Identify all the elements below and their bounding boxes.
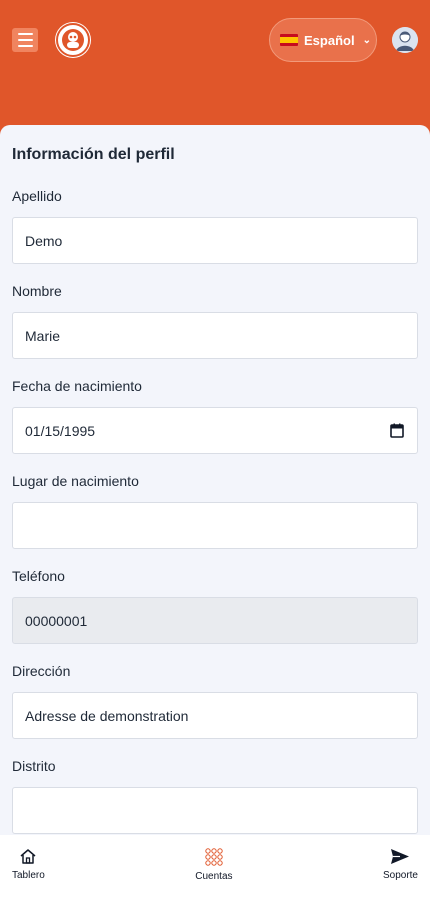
spain-flag-icon bbox=[280, 34, 298, 46]
logo-mascot-icon bbox=[56, 23, 90, 57]
telefono-label: Teléfono bbox=[12, 568, 65, 584]
app-logo[interactable] bbox=[55, 22, 91, 58]
section-title: Información del perfil bbox=[12, 146, 175, 163]
nav-label-soporte: Soporte bbox=[382, 870, 418, 881]
lugar-nacimiento-label: Lugar de nacimiento bbox=[12, 473, 139, 489]
chevron-down-icon: ⌄ bbox=[362, 34, 371, 46]
nav-item-soporte[interactable]: Soporte bbox=[383, 835, 418, 900]
app-header: Español ⌄ bbox=[0, 0, 430, 140]
nav-label-cuentas: Cuentas bbox=[195, 871, 233, 882]
menu-line bbox=[17, 33, 33, 35]
lugar-nacimiento-input[interactable] bbox=[12, 502, 418, 549]
apellido-input[interactable] bbox=[12, 217, 418, 264]
nav-item-cuentas[interactable]: Cuentas bbox=[195, 835, 233, 900]
nav-item-tablero[interactable]: Tablero bbox=[12, 835, 45, 900]
fecha-nacimiento-label: Fecha de nacimiento bbox=[12, 378, 142, 394]
user-avatar-icon bbox=[392, 27, 418, 53]
send-icon bbox=[391, 849, 410, 864]
hamburger-menu-button[interactable] bbox=[12, 28, 38, 52]
direccion-label: Dirección bbox=[12, 663, 71, 679]
home-icon bbox=[20, 849, 36, 864]
bottom-navigation: Tablero Cuentas Soporte bbox=[0, 835, 430, 900]
user-avatar[interactable] bbox=[392, 27, 418, 53]
profile-card: Información del perfil Apellido Nombre F… bbox=[0, 125, 430, 835]
distrito-label: Distrito bbox=[12, 758, 56, 774]
nombre-input[interactable] bbox=[12, 312, 418, 359]
direccion-input[interactable] bbox=[12, 692, 418, 739]
fecha-nacimiento-input[interactable]: 01/15/1995 bbox=[12, 407, 418, 454]
distrito-input[interactable] bbox=[12, 787, 418, 834]
apellido-label: Apellido bbox=[12, 188, 62, 204]
telefono-input bbox=[12, 597, 418, 644]
language-selector[interactable]: Español ⌄ bbox=[269, 18, 377, 62]
menu-line bbox=[17, 45, 33, 47]
fecha-nacimiento-value: 01/15/1995 bbox=[25, 422, 96, 439]
menu-line bbox=[17, 39, 33, 41]
nav-label-tablero: Tablero bbox=[12, 870, 45, 881]
language-label: Español bbox=[304, 32, 355, 48]
nombre-label: Nombre bbox=[12, 283, 62, 299]
calendar-icon[interactable] bbox=[390, 423, 404, 438]
accounts-grid-icon bbox=[205, 848, 223, 866]
